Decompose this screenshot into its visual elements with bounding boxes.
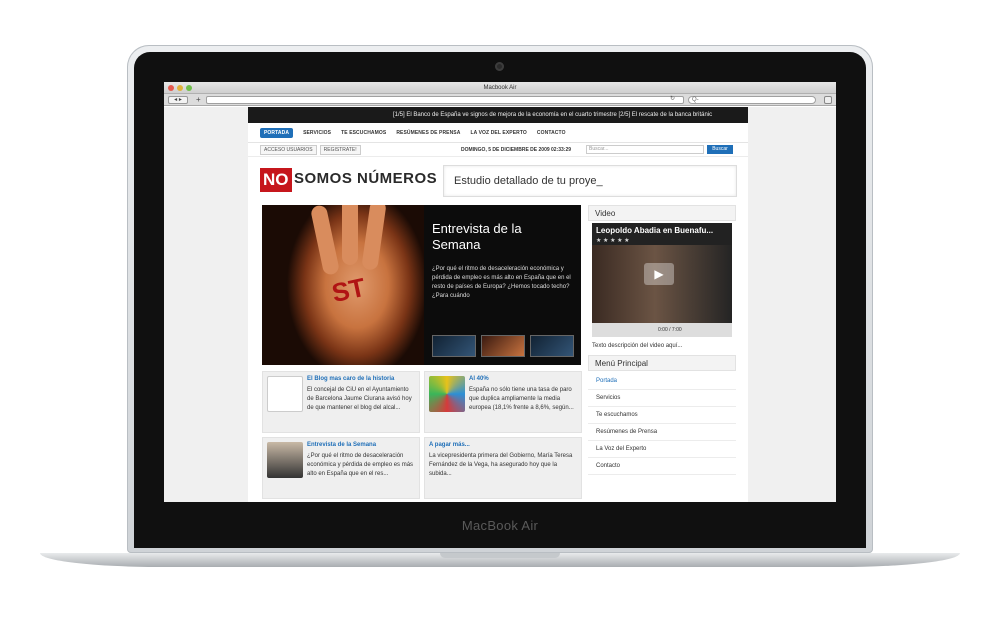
menu-item-la-voz[interactable]: La Voz del Experto [588,441,736,458]
settings-icon[interactable] [824,96,832,104]
page-viewport: [1/5] El Banco de España ve signos de me… [164,107,836,502]
zoom-window-icon[interactable] [186,85,192,91]
main-nav: PORTADA SERVICIOS TE ESCUCHAMOS RESÚMENE… [248,123,748,143]
camera-icon [495,62,504,71]
tagline-box: Estudio detallado de tu proye_ [443,165,737,197]
nav-contacto[interactable]: CONTACTO [537,130,566,136]
back-forward-buttons[interactable]: ◂ ▸ [168,96,188,104]
menu-heading: Menú Principal [588,355,736,371]
laptop-brand: MacBook Air [461,518,539,533]
video-title[interactable]: Leopoldo Abadia en Buenafu... [596,226,713,235]
logo-text[interactable]: SOMOS NÚMEROS [294,170,437,187]
card-thumbnail [267,442,303,478]
laptop: Macbook Air ◂ ▸ + ↻ Q- [1/5] El Banco de… [0,0,1000,633]
news-card[interactable]: Al 40% España no sólo tiene una tasa de … [424,371,582,433]
finger-shape [342,205,358,265]
feature-text: ¿Por qué el ritmo de desaceleración econ… [432,266,571,299]
video-rating: ★ ★ ★ ★ ★ [596,238,630,244]
close-window-icon[interactable] [168,85,174,91]
video-description: Texto descripción del video aquí... [592,343,683,349]
website: [1/5] El Banco de España ve signos de me… [248,107,748,502]
menu-item-contacto[interactable]: Contacto [588,458,736,475]
user-bar: ACCESO USUARIOS REGISTRATE! DOMINGO, 5 D… [248,143,748,157]
site-header: NO SOMOS NÚMEROS Estudio detallado de tu… [248,157,748,203]
reload-icon[interactable]: ↻ [670,95,675,102]
slider-thumbnail[interactable] [432,335,476,357]
slider-thumbnail[interactable] [481,335,525,357]
menu-item-te-escuchamos[interactable]: Te escuchamos [588,407,736,424]
card-text: El concejal de CiU en el Ayuntamiento de… [307,387,412,411]
nav-portada[interactable]: PORTADA [260,127,294,138]
news-ticker[interactable]: [1/5] El Banco de España ve signos de me… [248,107,748,123]
featured-slider[interactable]: ST Entrevista de la Semana ¿Por qué el r… [262,205,581,365]
card-text: La vicepresidenta primera del Gobierno, … [429,453,573,477]
video-player[interactable]: Leopoldo Abadia en Buenafu... ★ ★ ★ ★ ★ … [592,223,732,337]
card-thumbnail [429,376,465,412]
menu-item-servicios[interactable]: Servicios [588,390,736,407]
card-title[interactable]: Entrevista de la Semana [307,442,376,448]
browser-search-field[interactable]: Q- [688,96,816,104]
video-controls[interactable]: 0:00 / 7:00 [592,323,732,337]
browser-toolbar: ◂ ▸ + ↻ Q- [164,94,836,106]
window-titlebar: Macbook Air [164,82,836,94]
play-icon[interactable]: ▶ [644,263,674,285]
card-text: ¿Por qué el ritmo de desaceleración econ… [307,453,414,477]
current-date: DOMINGO, 5 DE DICIEMBRE DE 2009 02:33:29 [461,147,572,153]
nav-te-escuchamos[interactable]: TE ESCUCHAMOS [341,130,386,136]
menu-item-resumenes[interactable]: Resúmenes de Prensa [588,424,736,441]
nav-resumenes[interactable]: RESÚMENES DE PRENSA [396,130,460,136]
registrate-button[interactable]: REGISTRATE! [319,144,361,155]
nav-servicios[interactable]: SERVICIOS [303,130,331,136]
slider-thumbnail[interactable] [530,335,574,357]
news-card[interactable]: Entrevista de la Semana ¿Por qué el ritm… [262,437,420,499]
news-card[interactable]: El Blog mas caro de la historia El conce… [262,371,420,433]
menu-item-portada[interactable]: Portada [588,373,736,390]
site-search-button[interactable]: Buscar [707,145,733,154]
card-text: España no sólo tiene una tasa de paro qu… [469,387,574,411]
sidebar: Video Leopoldo Abadia en Buenafu... ★ ★ … [588,205,736,475]
acceso-usuarios-button[interactable]: ACCESO USUARIOS [260,144,317,155]
address-bar[interactable] [206,96,684,104]
card-title[interactable]: A pagar más... [429,442,470,448]
screen: Macbook Air ◂ ▸ + ↻ Q- [1/5] El Banco de… [164,82,836,502]
logo-no[interactable]: NO [260,168,292,192]
slider-thumbnails [432,335,574,357]
window-title: Macbook Air [483,85,517,91]
side-menu: Portada Servicios Te escuchamos Resúmene… [588,373,736,475]
nav-la-voz[interactable]: LA VOZ DEL EXPERTO [470,130,526,136]
add-bookmark-icon[interactable]: + [196,95,201,104]
minimize-window-icon[interactable] [177,85,183,91]
feature-title[interactable]: Entrevista de la Semana [432,221,572,253]
card-title[interactable]: El Blog mas caro de la historia [307,376,394,382]
card-thumbnail [267,376,303,412]
card-title[interactable]: Al 40% [469,376,489,382]
site-search-input[interactable]: Buscar... [586,145,704,154]
news-card[interactable]: A pagar más... La vicepresidenta primera… [424,437,582,499]
video-heading: Video [588,205,736,221]
laptop-notch [440,553,560,558]
